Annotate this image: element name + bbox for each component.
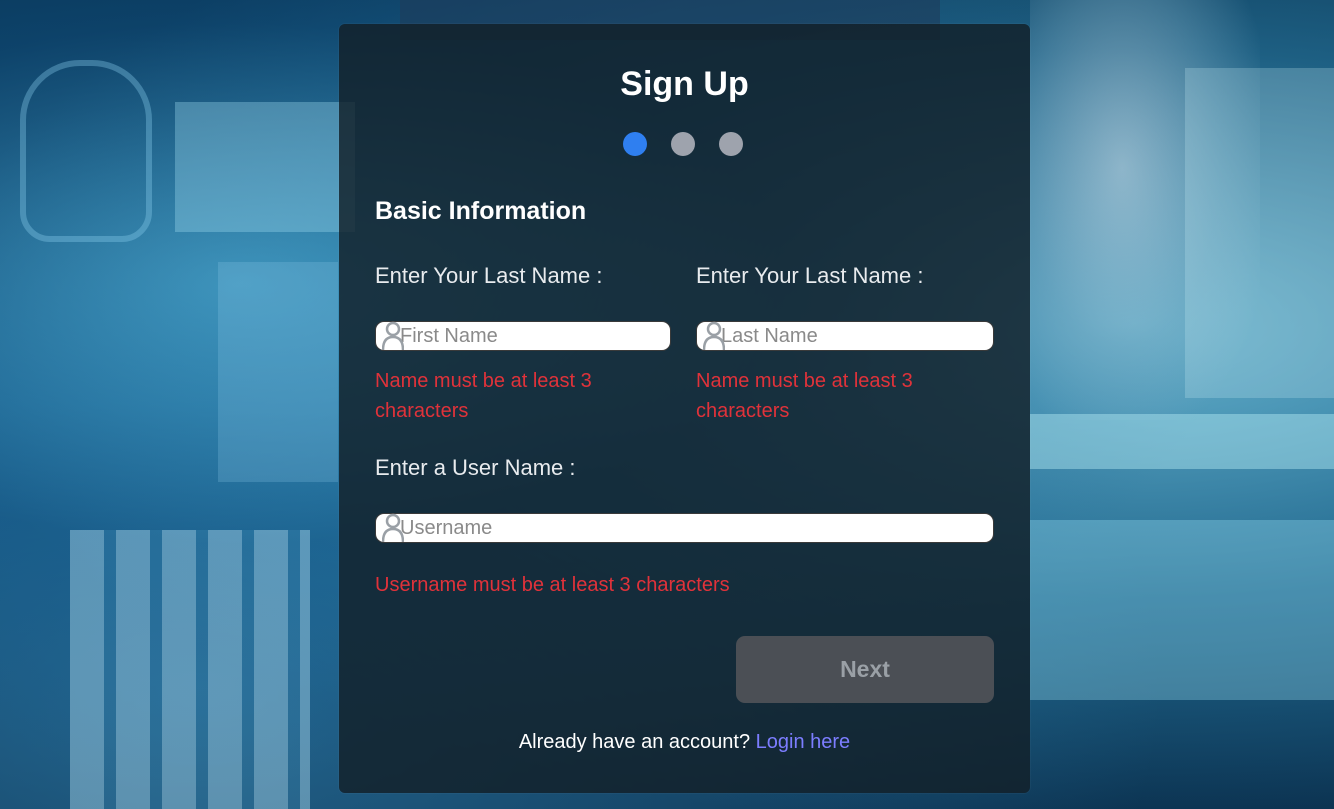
page-title: Sign Up [620,65,749,103]
username-error: Username must be at least 3 characters [375,574,730,596]
first-name-error: Name must be at least 3 characters [375,370,592,422]
background-strip [1030,414,1334,469]
login-prompt-text: Already have an account? [518,731,751,753]
background-bar-graphic [70,530,310,809]
login-link[interactable]: Login here [756,731,851,753]
step-dot-2 [671,132,695,156]
signup-card: Sign Up Basic Information Enter Your Las… [339,24,1030,793]
last-name-error: Name must be at least 3 characters [696,370,913,422]
step-dot-1 [623,132,647,156]
user-icon [382,513,404,543]
background-panel [218,262,338,482]
last-name-field[interactable] [696,321,994,351]
background-world-map [1030,520,1334,700]
last-name-input[interactable] [697,322,993,350]
background-screen [1185,68,1334,398]
username-field[interactable] [375,513,994,543]
username-input[interactable] [376,514,993,542]
background-cloud-panel [175,102,355,232]
username-label: Enter a User Name : [375,455,576,480]
step-dot-3 [719,132,743,156]
step-indicator [623,132,743,156]
first-name-field[interactable] [375,321,671,351]
first-name-input[interactable] [376,322,670,350]
last-name-label: Enter Your Last Name : [696,263,924,288]
section-title: Basic Information [375,197,587,225]
user-icon [703,321,725,351]
background-lightbulb [20,60,152,242]
first-name-label: Enter Your Last Name : [375,263,603,288]
login-prompt: Already have an account? Login here [339,728,1030,756]
user-icon [382,321,404,351]
next-button[interactable]: Next [736,636,994,703]
